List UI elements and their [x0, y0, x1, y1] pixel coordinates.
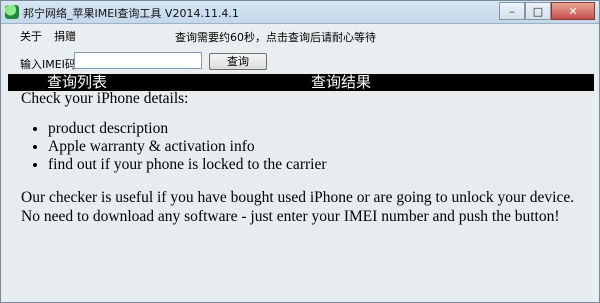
content-heading: Check your iPhone details: — [21, 90, 189, 107]
feature-list: product description Apple warranty & act… — [21, 120, 327, 174]
imei-label: 输入IMEI码: — [20, 58, 80, 71]
list-item: find out if your phone is locked to the … — [48, 156, 327, 174]
app-logo-icon — [5, 5, 19, 19]
window-controls: – □ ✕ — [499, 2, 595, 20]
tab-query-list[interactable]: 查询列表 — [47, 74, 107, 91]
query-button[interactable]: 查询 — [209, 53, 267, 70]
menu-item-donate[interactable]: 捐赠 — [54, 28, 76, 44]
minimize-button[interactable]: – — [499, 2, 525, 20]
content-paragraph: Our checker is useful if you have bought… — [21, 188, 591, 226]
tab-query-result[interactable]: 查询结果 — [311, 74, 371, 91]
paragraph-line: Our checker is useful if you have bought… — [21, 189, 575, 206]
wait-notice: 查询需要约60秒，点击查询后请耐心等待 — [175, 31, 376, 44]
imei-input[interactable] — [74, 52, 202, 69]
list-item: product description — [48, 120, 327, 138]
app-window: 邦宁网络_苹果IMEI查询工具 V2014.11.4.1 – □ ✕ 关于 捐赠… — [0, 0, 600, 303]
maximize-button[interactable]: □ — [525, 2, 551, 20]
list-item: Apple warranty & activation info — [48, 138, 327, 156]
menu-item-about[interactable]: 关于 — [20, 28, 42, 44]
paragraph-line: No need to download any software - just … — [21, 208, 560, 225]
close-button[interactable]: ✕ — [551, 2, 595, 20]
tab-bar: 查询列表 查询结果 — [8, 74, 594, 91]
result-panel: Check your iPhone details: product descr… — [8, 90, 594, 302]
window-title: 邦宁网络_苹果IMEI查询工具 V2014.11.4.1 — [23, 7, 239, 20]
title-bar[interactable]: 邦宁网络_苹果IMEI查询工具 V2014.11.4.1 – □ ✕ — [1, 1, 599, 24]
